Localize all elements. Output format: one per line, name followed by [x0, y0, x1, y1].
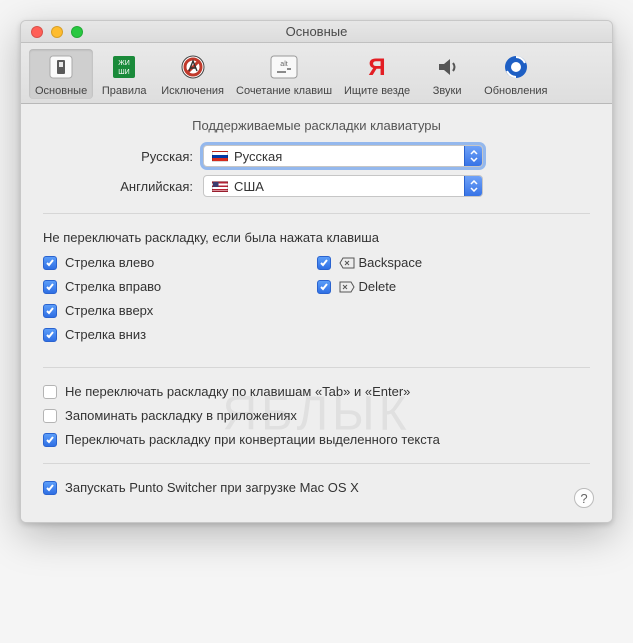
- checkbox-icon: [43, 304, 57, 318]
- checkbox-convert[interactable]: Переключать раскладку при конвертации вы…: [43, 432, 590, 447]
- tab-label: Правила: [102, 85, 147, 97]
- tab-label: Основные: [35, 85, 87, 97]
- tab-general[interactable]: Основные: [29, 49, 93, 99]
- checkbox-label: Запускать Punto Switcher при загрузке Ma…: [65, 480, 359, 495]
- window-title: Основные: [21, 24, 612, 39]
- checkbox-icon: [43, 433, 57, 447]
- separator: [43, 213, 590, 214]
- checkbox-backspace[interactable]: Backspace: [317, 255, 591, 270]
- checkbox-icon: [43, 385, 57, 399]
- noswitch-heading: Не переключать раскладку, если была нажа…: [43, 230, 590, 245]
- checkbox-delete[interactable]: Delete: [317, 279, 591, 294]
- checkbox-arrow-down[interactable]: Стрелка вниз: [43, 327, 317, 342]
- checkbox-tab-enter[interactable]: Не переключать раскладку по клавишам «Ta…: [43, 384, 590, 399]
- content: ЯБЛЫК Поддерживаемые раскладки клавиатур…: [21, 104, 612, 522]
- update-icon: [500, 51, 532, 83]
- checkbox-label: Backspace: [359, 255, 423, 270]
- chevron-updown-icon: [464, 176, 482, 196]
- checkbox-icon: [43, 481, 57, 495]
- layouts-heading: Поддерживаемые раскладки клавиатуры: [43, 118, 590, 133]
- help-button[interactable]: ?: [574, 488, 594, 508]
- english-value: США: [234, 179, 264, 194]
- svg-text:ШИ: ШИ: [118, 69, 129, 76]
- checkbox-label: Запоминать раскладку в приложениях: [65, 408, 297, 423]
- flag-us-icon: [212, 181, 228, 192]
- speaker-icon: [431, 51, 463, 83]
- titlebar: Основные: [21, 21, 612, 43]
- checkbox-autostart[interactable]: Запускать Punto Switcher при загрузке Ma…: [43, 480, 590, 495]
- checkbox-remember[interactable]: Запоминать раскладку в приложениях: [43, 408, 590, 423]
- tab-label: Исключения: [161, 85, 224, 97]
- tab-label: Ищите везде: [344, 85, 410, 97]
- separator: [43, 367, 590, 368]
- checkbox-arrow-right[interactable]: Стрелка вправо: [43, 279, 317, 294]
- checkbox-arrow-up[interactable]: Стрелка вверх: [43, 303, 317, 318]
- svg-text:ЖИ: ЖИ: [118, 60, 130, 67]
- separator: [43, 463, 590, 464]
- flag-ru-icon: [212, 151, 228, 162]
- tab-label: Обновления: [484, 85, 547, 97]
- delete-key-icon: [339, 281, 355, 293]
- help-icon: ?: [580, 491, 587, 506]
- nosign-icon: [177, 51, 209, 83]
- tab-shortcuts[interactable]: alt Сочетание клавиш: [230, 49, 338, 99]
- checkbox-label: Переключать раскладку при конвертации вы…: [65, 432, 440, 447]
- yandex-icon: Я: [361, 51, 393, 83]
- book-icon: ЖИ ШИ: [108, 51, 140, 83]
- tab-label: Сочетание клавиш: [236, 85, 332, 97]
- svg-text:alt: alt: [280, 61, 287, 68]
- tab-search[interactable]: Я Ищите везде: [338, 49, 416, 99]
- checkbox-label: Стрелка вниз: [65, 327, 146, 342]
- checkbox-label: Стрелка влево: [65, 255, 154, 270]
- tab-sounds[interactable]: Звуки: [416, 49, 478, 99]
- checkbox-icon: [43, 280, 57, 294]
- checkbox-icon: [43, 256, 57, 270]
- tab-updates[interactable]: Обновления: [478, 49, 553, 99]
- checkbox-icon: [317, 256, 331, 270]
- checkbox-icon: [43, 409, 57, 423]
- tab-label: Звуки: [433, 85, 462, 97]
- checkbox-label: Стрелка вверх: [65, 303, 153, 318]
- checkbox-label: Не переключать раскладку по клавишам «Ta…: [65, 384, 410, 399]
- tab-rules[interactable]: ЖИ ШИ Правила: [93, 49, 155, 99]
- russian-label: Русская:: [43, 149, 203, 164]
- checkbox-icon: [317, 280, 331, 294]
- tab-exceptions[interactable]: Исключения: [155, 49, 230, 99]
- russian-layout-popup[interactable]: Русская: [203, 145, 483, 167]
- checkbox-icon: [43, 328, 57, 342]
- svg-text:Я: Я: [368, 54, 385, 81]
- chevron-updown-icon: [464, 146, 482, 166]
- backspace-key-icon: [339, 257, 355, 269]
- checkbox-arrow-left[interactable]: Стрелка влево: [43, 255, 317, 270]
- english-layout-popup[interactable]: США: [203, 175, 483, 197]
- alt-key-icon: alt: [268, 51, 300, 83]
- toolbar: Основные ЖИ ШИ Правила Исключения alt Соч…: [21, 43, 612, 104]
- checkbox-label: Стрелка вправо: [65, 279, 161, 294]
- english-label: Английская:: [43, 179, 203, 194]
- russian-value: Русская: [234, 149, 282, 164]
- switch-icon: [45, 51, 77, 83]
- preferences-window: Основные Основные ЖИ ШИ Правила Исключени…: [20, 20, 613, 523]
- checkbox-label: Delete: [359, 279, 397, 294]
